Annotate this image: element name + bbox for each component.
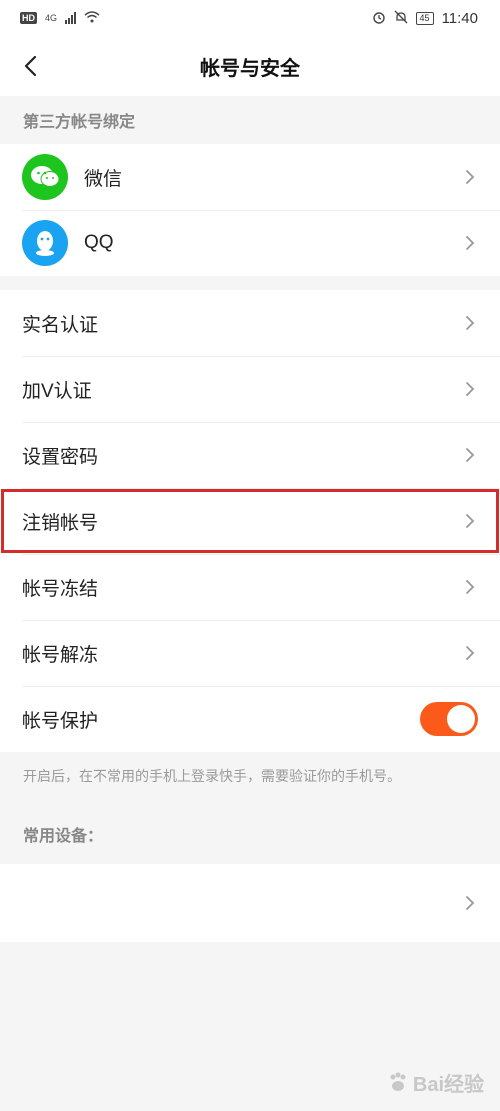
signal-icon — [65, 12, 77, 24]
status-left: HD 4G — [20, 10, 100, 26]
qq-label: QQ — [84, 232, 114, 253]
set-password-row[interactable]: 设置密码 — [0, 422, 500, 488]
alarm-icon — [372, 10, 386, 27]
third-party-list: 微信 QQ — [0, 144, 500, 276]
status-bar: HD 4G 45 11:40 — [0, 0, 500, 36]
device-row[interactable] — [0, 864, 500, 942]
real-name-verify-row[interactable]: 实名认证 — [0, 290, 500, 356]
settings-item-label: 加V认证 — [22, 380, 92, 402]
account-protection-toggle[interactable] — [420, 702, 478, 736]
settings-list: 实名认证 加V认证 设置密码 注销帐号 帐号冻结 帐号解冻 帐号保护 — [0, 290, 500, 752]
settings-item-label: 注销帐号 — [22, 512, 99, 534]
devices-section-title: 常用设备： — [23, 828, 104, 845]
wechat-label: 微信 — [84, 168, 123, 190]
network-badge: 4G — [45, 13, 58, 23]
settings-item-label: 实名认证 — [22, 314, 99, 336]
section-gap — [0, 276, 500, 290]
wechat-row[interactable]: 微信 — [0, 144, 500, 210]
back-button[interactable] — [14, 50, 46, 82]
settings-item-label: 帐号冻结 — [22, 578, 99, 600]
battery-icon: 45 — [415, 11, 434, 25]
chevron-right-icon — [462, 315, 478, 331]
unfreeze-account-row[interactable]: 帐号解冻 — [0, 620, 500, 686]
hd-badge: HD — [20, 12, 37, 24]
chevron-right-icon — [462, 513, 478, 529]
settings-item-label: 设置密码 — [22, 446, 99, 468]
chevron-right-icon — [462, 235, 478, 251]
protection-note: 开启后，在不常用的手机上登录快手，需要验证你的手机号。 — [23, 768, 401, 784]
status-right: 45 11:40 — [372, 10, 478, 27]
watermark-text: Bai经验 — [412, 1074, 484, 1096]
qq-icon — [22, 220, 68, 266]
chevron-right-icon — [462, 645, 478, 661]
mute-icon — [394, 10, 408, 27]
chevron-right-icon — [462, 895, 478, 911]
chevron-left-icon — [24, 55, 37, 77]
chevron-right-icon — [462, 579, 478, 595]
chevron-right-icon — [462, 447, 478, 463]
paw-icon — [390, 1072, 406, 1091]
nav-bar: 帐号与安全 — [0, 36, 500, 96]
settings-item-label: 帐号解冻 — [22, 644, 99, 666]
page-title: 帐号与安全 — [200, 57, 300, 80]
toggle-knob — [447, 705, 475, 733]
account-protection-row: 帐号保护 — [0, 686, 500, 752]
chevron-right-icon — [462, 169, 478, 185]
wifi-icon — [84, 10, 100, 26]
status-time: 11:40 — [441, 9, 478, 27]
delete-account-row[interactable]: 注销帐号 — [0, 488, 500, 554]
freeze-account-row[interactable]: 帐号冻结 — [0, 554, 500, 620]
qq-row[interactable]: QQ — [0, 210, 500, 276]
v-verify-row[interactable]: 加V认证 — [0, 356, 500, 422]
wechat-icon — [22, 154, 68, 200]
third-party-section-title: 第三方帐号绑定 — [0, 96, 500, 144]
account-protection-label: 帐号保护 — [22, 710, 99, 732]
watermark-logo: Bai经验 — [387, 1068, 484, 1097]
chevron-right-icon — [462, 381, 478, 397]
